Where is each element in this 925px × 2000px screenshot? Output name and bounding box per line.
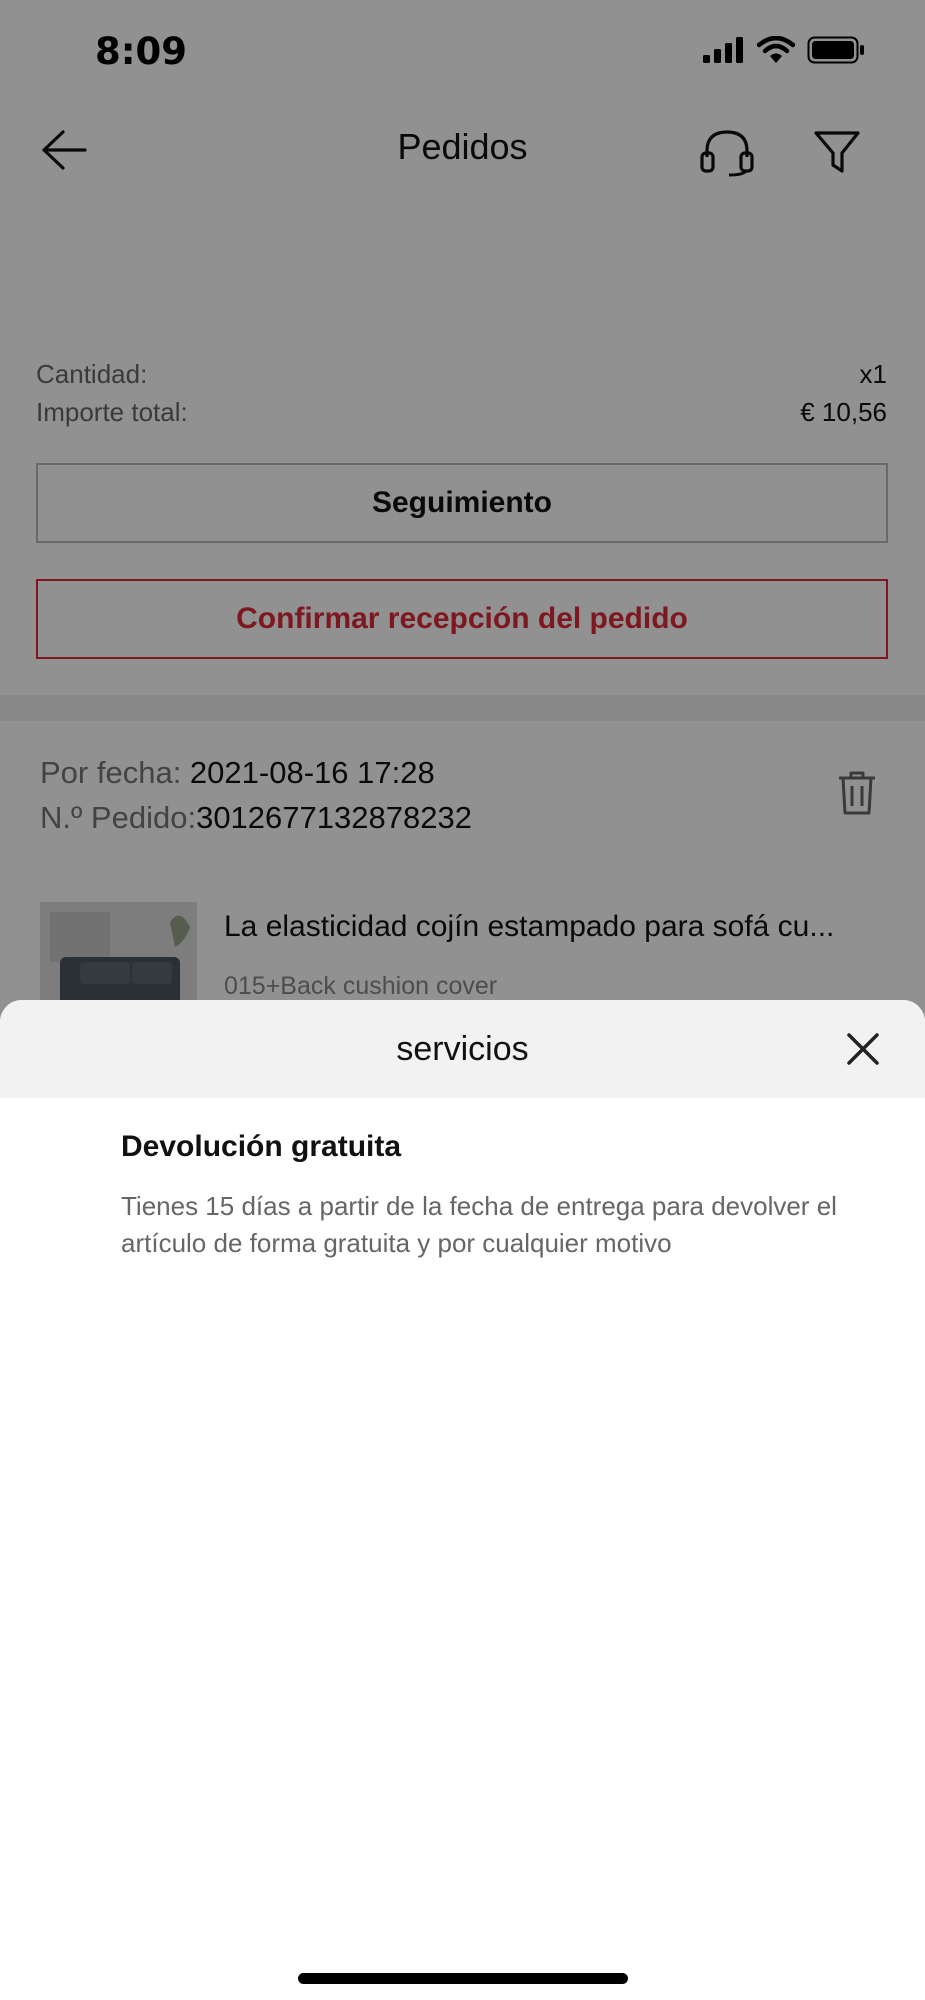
service-title: Devolución gratuita bbox=[121, 1130, 402, 1163]
sheet-title: servicios bbox=[396, 1030, 529, 1068]
close-icon bbox=[847, 1033, 879, 1065]
service-description: Tienes 15 días a partir de la fecha de e… bbox=[121, 1191, 837, 1258]
services-bottom-sheet: servicios Devolución gratuita Tienes 15 … bbox=[0, 1000, 925, 2000]
close-button[interactable] bbox=[838, 1024, 888, 1074]
home-indicator[interactable] bbox=[298, 1973, 628, 1984]
sheet-header: servicios bbox=[0, 1000, 925, 1098]
